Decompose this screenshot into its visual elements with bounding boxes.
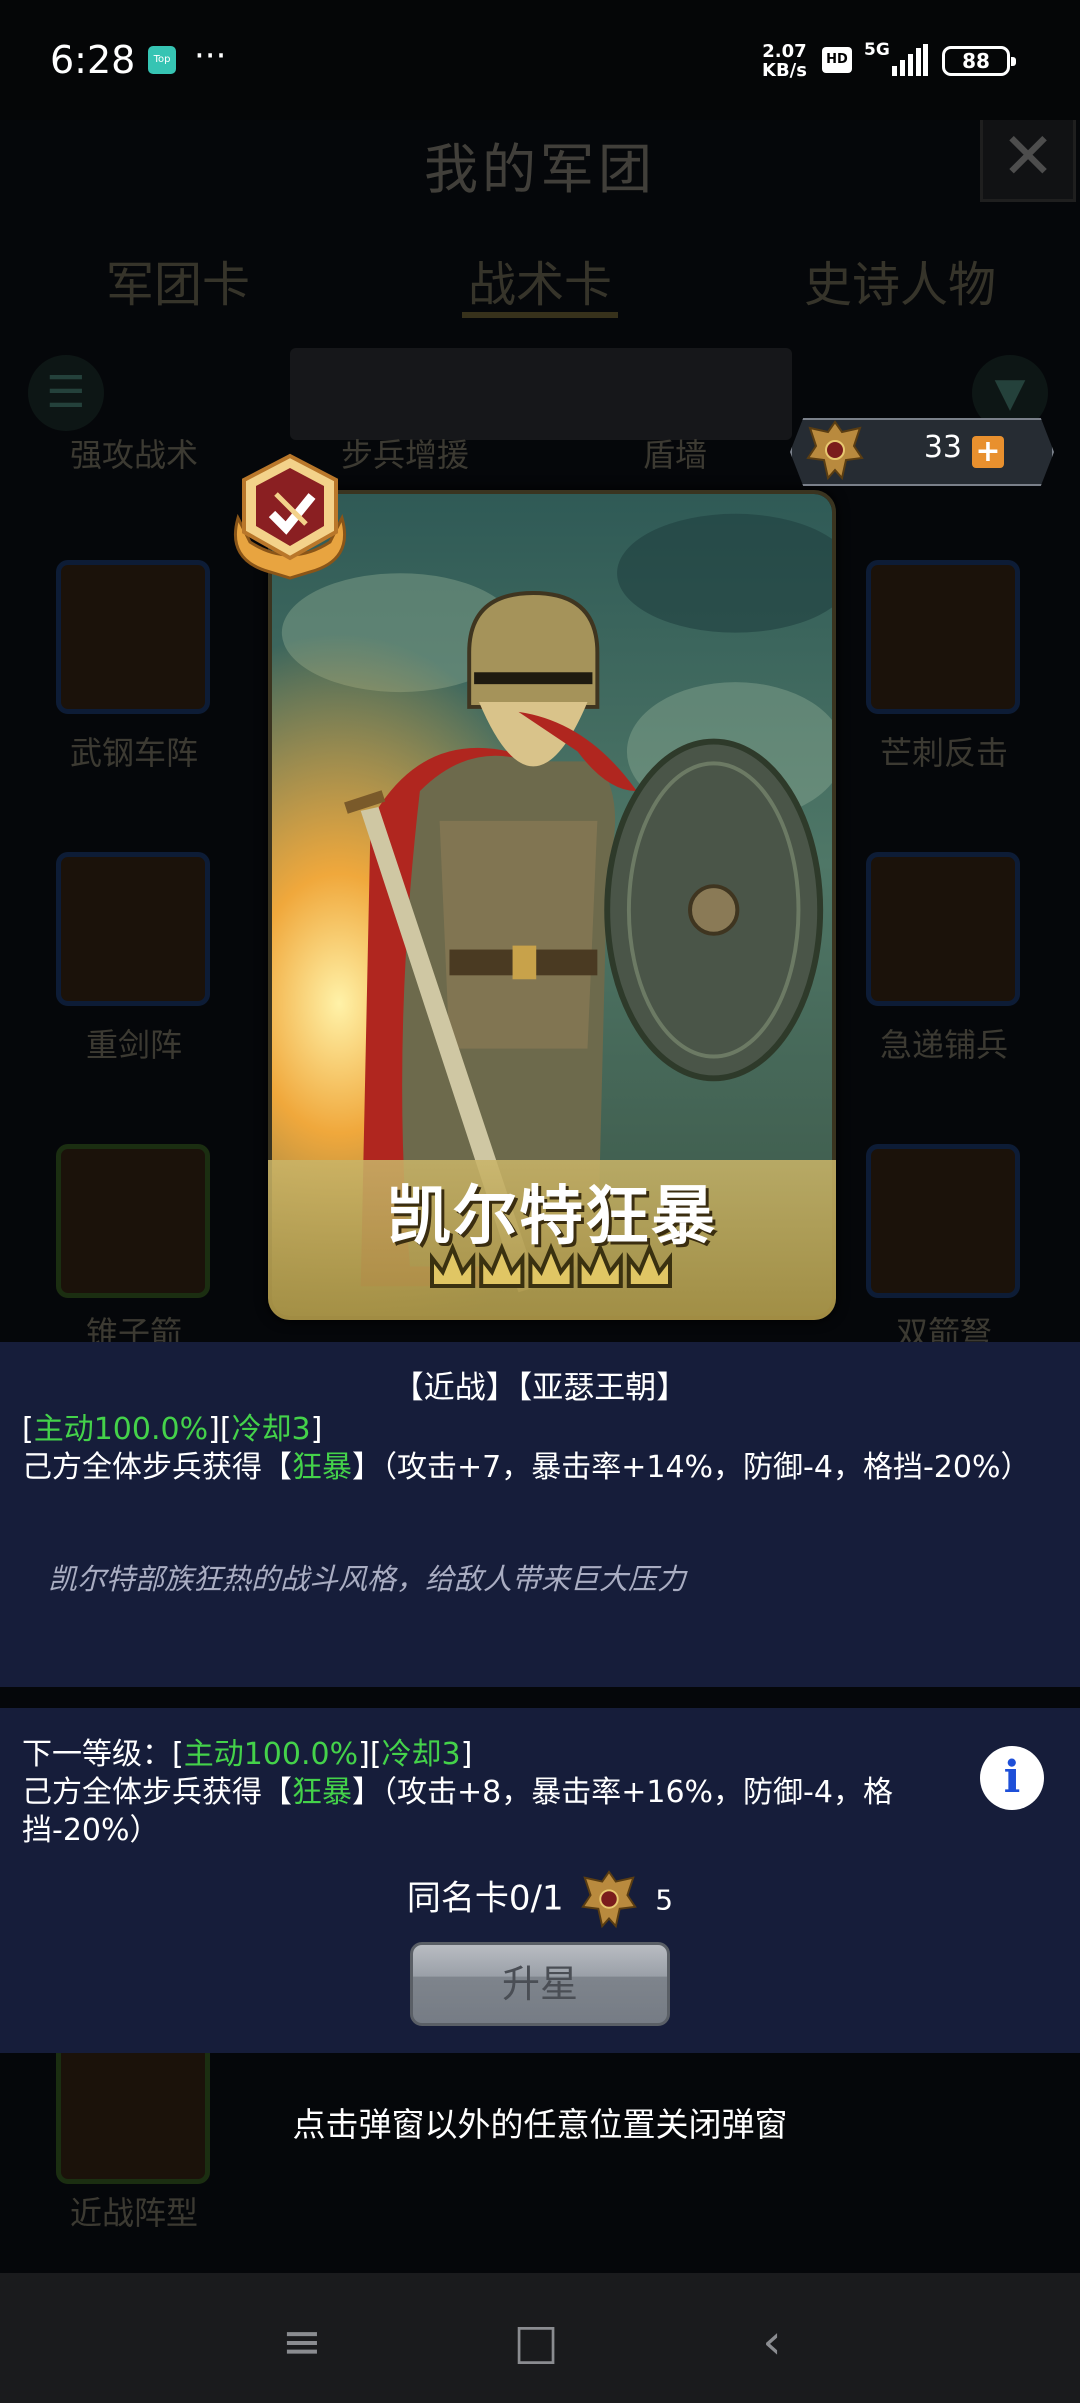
status-bar: 6:28 Top ··· 2.07 KB/s HD 5G 88 [0,0,1080,120]
sword-shield-rank-badge-icon [233,453,347,580]
effect-desc-suffix: 】（攻击+7，暴击率+14%，防御-4，格挡-20%） [352,1450,1031,1485]
effect-desc-prefix: 己方全体步兵获得【 [22,1450,292,1485]
active-chance: 主动100.0% [33,1412,209,1447]
upgrade-cost: 5 [655,1883,674,1917]
next-level-label: 下一等级：[ [22,1737,184,1772]
menu-icon[interactable]: ≡ [272,2312,332,2372]
back-icon[interactable]: ‹ [742,2312,802,2372]
crown-star-icon [430,1242,476,1288]
currency-value: 33 [923,430,962,465]
effect-desc-prefix: 己方全体步兵获得【 [22,1775,292,1810]
home-icon[interactable]: □ [506,2312,566,2372]
network-speed-value: 2.07 [762,41,807,62]
battery-icon: 88 [942,46,1016,76]
clock: 6:28 [50,38,136,82]
active-chance: 主动100.0% [183,1737,359,1772]
cooldown: 冷却3 [231,1412,311,1447]
add-currency-button[interactable]: + [972,436,1004,468]
bracket-text: ][ [208,1412,232,1447]
star-rating [430,1242,672,1288]
next-level-effect: 下一等级：[主动100.0%][冷却3] 己方全体步兵获得【狂暴】（攻击+8，暴… [22,1736,952,1850]
card-tags: 【近战】【亚瑟王朝】 [392,1370,688,1406]
bracket-text: ] [460,1737,473,1772]
bracket-text: [ [22,1412,34,1447]
flavor-text: 凯尔特部族狂热的战斗风格，给敌人带来巨大压力 [48,1562,687,1596]
top-app-icon: Top [148,46,176,74]
bracket-text: ] [310,1412,323,1447]
double-eagle-emblem-icon [581,1870,638,1929]
network-speed: 2.07 KB/s [762,42,807,80]
hd-icon: HD [822,47,852,73]
bracket-text: ][ [358,1737,382,1772]
crown-star-icon [626,1242,672,1288]
double-eagle-emblem-icon [806,420,864,481]
signal-icon [892,44,928,76]
current-level-effect: [主动100.0%][冷却3] 己方全体步兵获得【狂暴】（攻击+7，暴击率+14… [22,1411,1052,1487]
info-icon[interactable]: i [980,1746,1044,1810]
network-speed-unit: KB/s [762,60,807,81]
effect-name: 狂暴 [292,1450,352,1485]
close-hint: 点击弹窗以外的任意位置关闭弹窗 [292,2105,788,2144]
crown-star-icon [528,1242,574,1288]
cooldown: 冷却3 [381,1737,461,1772]
network-type: 5G [864,40,890,60]
duplicate-card-row: 同名卡0/1 5 [0,1868,1080,1932]
crown-star-icon [479,1242,525,1288]
upgrade-star-button[interactable]: 升星 [410,1942,670,2026]
effect-name: 狂暴 [292,1775,352,1810]
more-notifications-icon: ··· [194,36,227,76]
crown-star-icon [577,1242,623,1288]
duplicate-card-count: 同名卡0/1 [406,1878,564,1919]
